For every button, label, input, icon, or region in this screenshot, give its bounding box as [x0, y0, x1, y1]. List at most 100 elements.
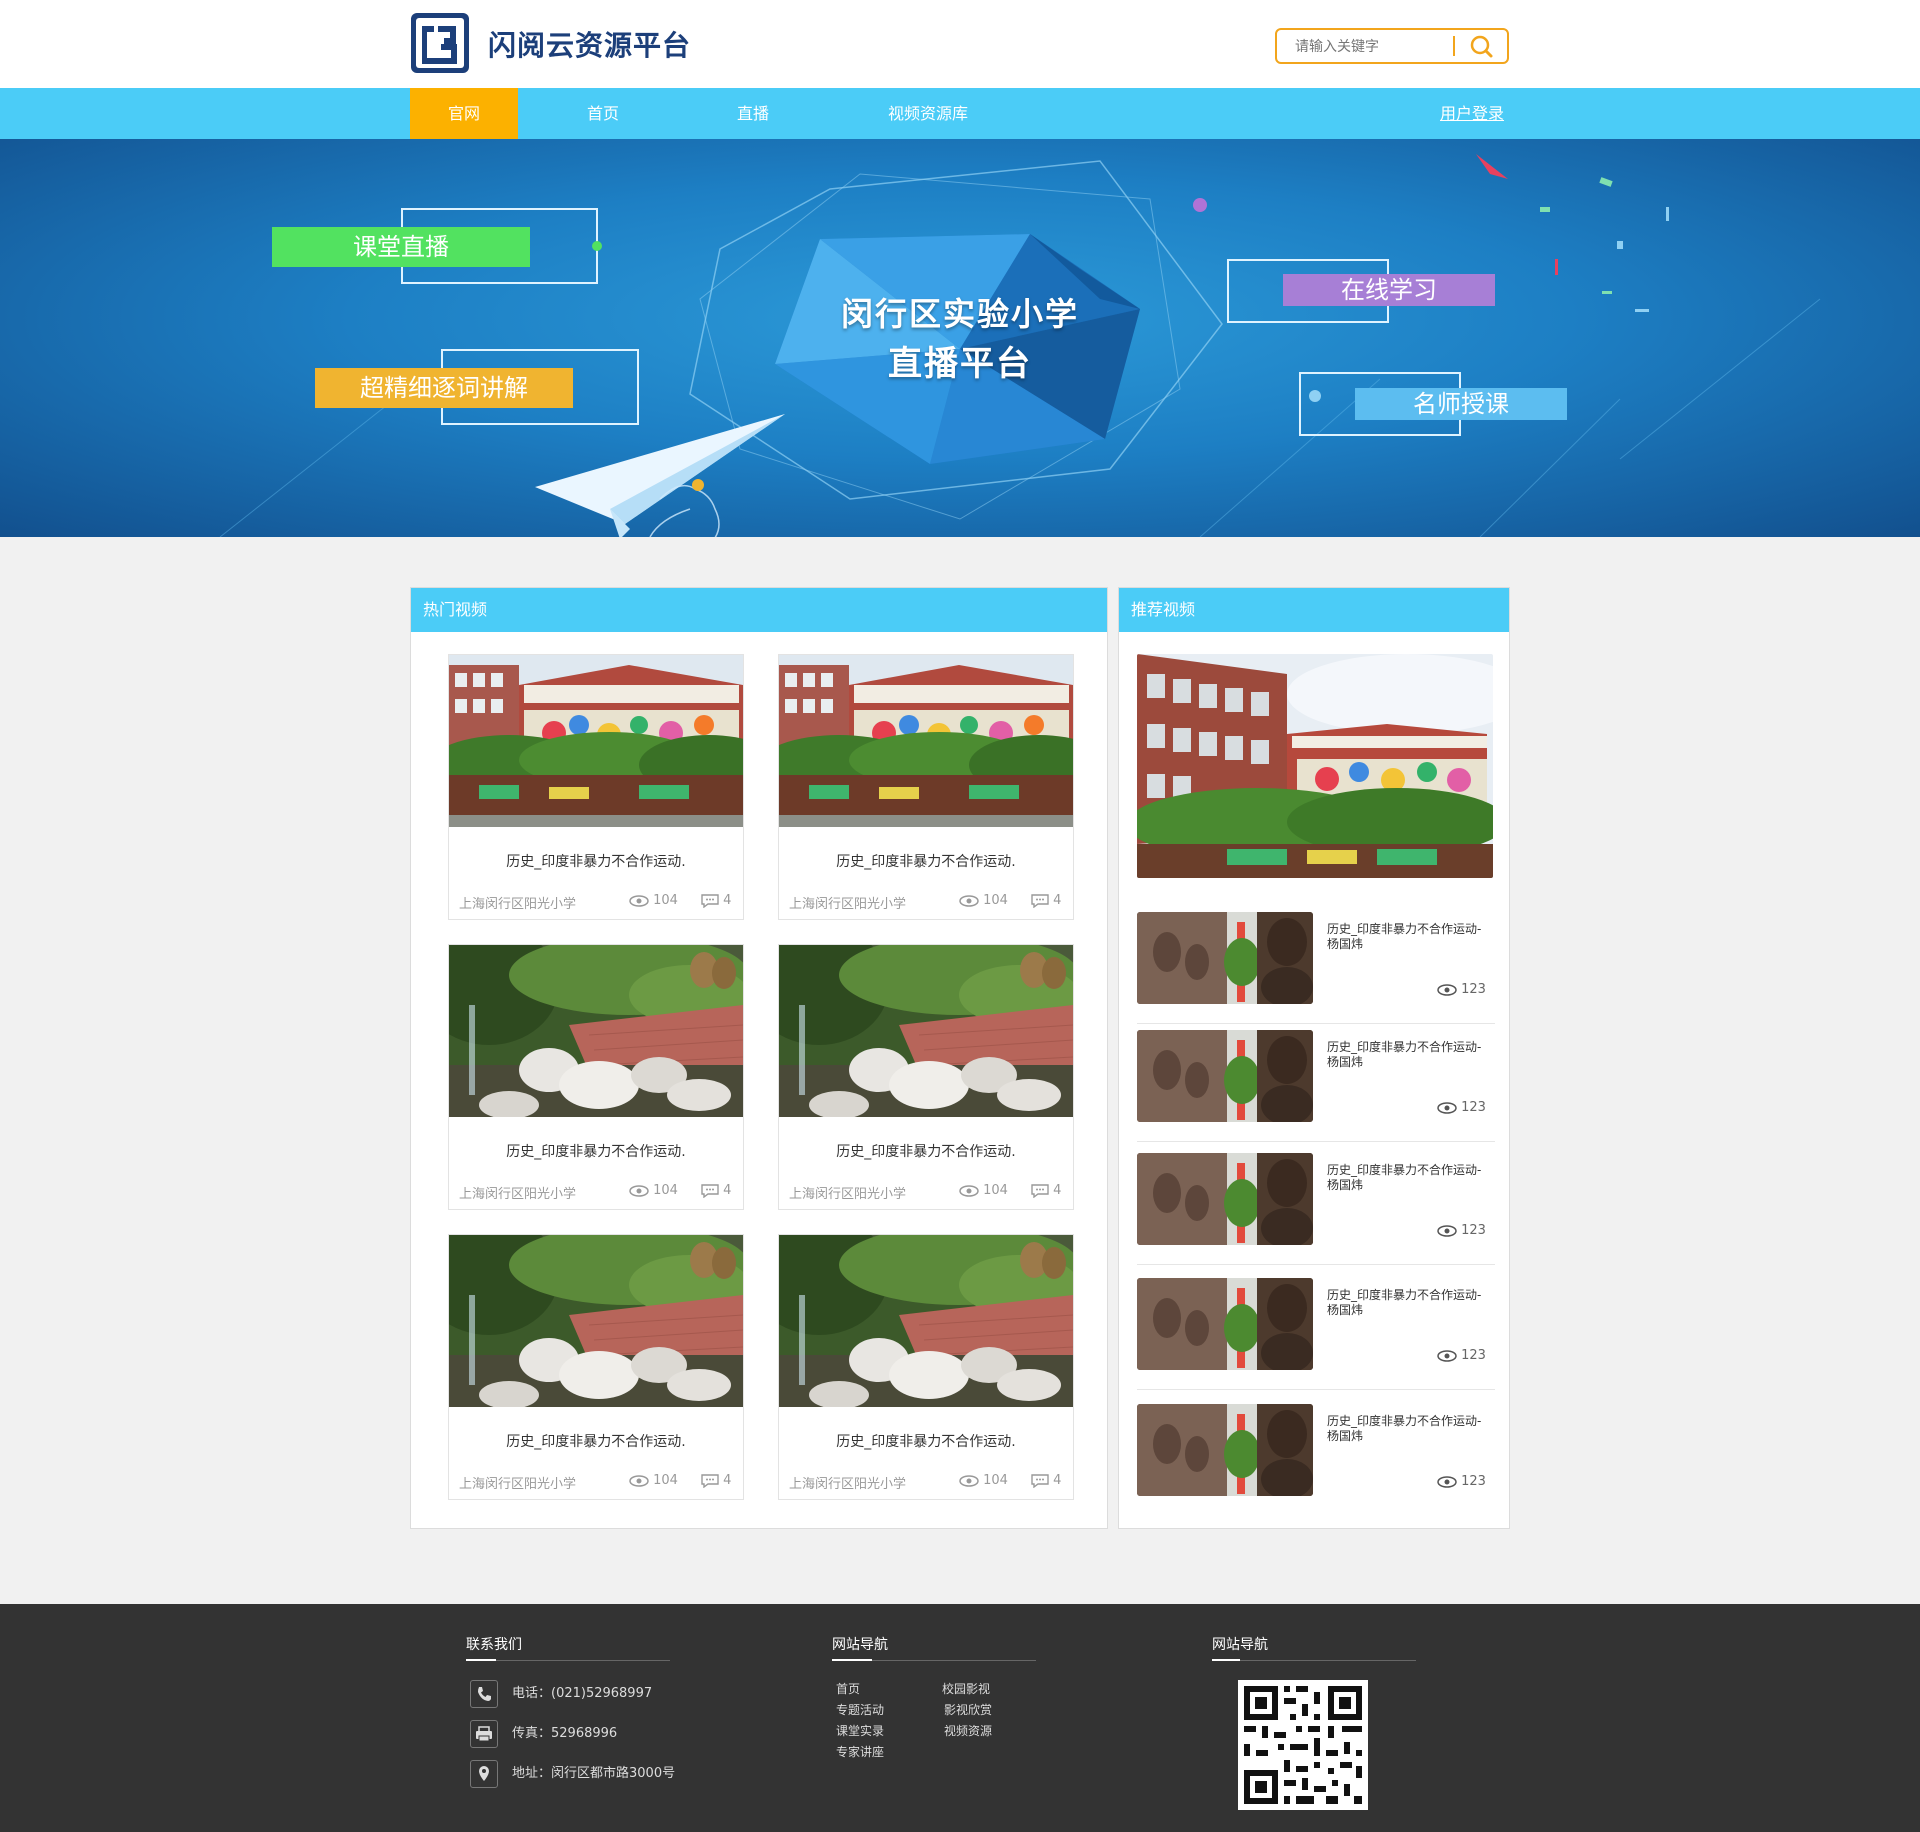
views-count: 123	[1461, 1223, 1486, 1238]
comment-icon	[1031, 1473, 1049, 1488]
footer-link-class-records[interactable]: 课堂实录	[836, 1722, 884, 1739]
comments-count: 4	[1053, 893, 1062, 908]
nav-item-live[interactable]: 直播	[705, 88, 801, 139]
video-thumbnail[interactable]	[779, 1235, 1073, 1407]
search-divider	[1453, 36, 1455, 56]
fax-icon	[470, 1720, 498, 1748]
recommended-panel: 推荐视频 历史_印度非暴力不合作运动-杨国炜 123 历史_印度非暴力不合作运动…	[1118, 587, 1510, 1529]
search-button[interactable]	[1465, 33, 1499, 59]
comments-count: 4	[723, 893, 732, 908]
recommended-thumbnail[interactable]	[1137, 1278, 1313, 1370]
video-comments: 4	[701, 893, 731, 908]
eye-icon	[629, 1474, 649, 1487]
tag-famous-teachers[interactable]: 名师授课	[1355, 388, 1567, 420]
recommended-views: 123	[1437, 1348, 1486, 1363]
recommended-item-title[interactable]: 历史_印度非暴力不合作运动-杨国炜	[1327, 1414, 1487, 1444]
recommended-thumbnail[interactable]	[1137, 1153, 1313, 1245]
video-school: 上海闵行区阳光小学	[459, 897, 577, 912]
footer-link-expert-lectures[interactable]: 专家讲座	[836, 1743, 884, 1760]
video-title[interactable]: 历史_印度非暴力不合作运动.	[779, 851, 1073, 871]
video-views: 104	[629, 1473, 678, 1488]
recommended-item-title[interactable]: 历史_印度非暴力不合作运动-杨国炜	[1327, 922, 1487, 952]
search-box	[1275, 28, 1509, 64]
video-card[interactable]: 历史_印度非暴力不合作运动. 上海闵行区阳光小学 104 4	[448, 654, 744, 920]
eye-icon	[959, 1474, 979, 1487]
video-comments: 4	[1031, 1183, 1061, 1198]
video-views: 104	[629, 1183, 678, 1198]
video-title[interactable]: 历史_印度非暴力不合作运动.	[779, 1431, 1073, 1451]
video-title[interactable]: 历史_印度非暴力不合作运动.	[449, 851, 743, 871]
tag-detailed-explanation[interactable]: 超精细逐词讲解	[315, 368, 573, 408]
footer-link-home[interactable]: 首页	[836, 1680, 860, 1697]
banner-title-line2: 直播平台	[888, 344, 1032, 384]
recommended-item-title[interactable]: 历史_印度非暴力不合作运动-杨国炜	[1327, 1040, 1487, 1070]
video-title[interactable]: 历史_印度非暴力不合作运动.	[449, 1141, 743, 1161]
recommended-thumbnail[interactable]	[1137, 1404, 1313, 1496]
video-thumbnail[interactable]	[449, 1235, 743, 1407]
footer-link-video-resources[interactable]: 视频资源	[944, 1722, 992, 1739]
search-input[interactable]	[1295, 36, 1455, 58]
footer-link-topics[interactable]: 专题活动	[836, 1701, 884, 1718]
eye-icon	[629, 1184, 649, 1197]
eye-icon	[1437, 1101, 1457, 1114]
video-thumbnail[interactable]	[449, 655, 743, 827]
comment-icon	[701, 1473, 719, 1488]
video-thumbnail[interactable]	[779, 945, 1073, 1117]
footer-link-campus-film[interactable]: 校园影视	[942, 1680, 990, 1697]
video-views: 104	[959, 1183, 1008, 1198]
search-icon	[1470, 35, 1493, 58]
hot-videos-panel: 热门视频 历史_印度非暴力不合作运动. 上海闵行区阳光小学 104 4 历史_印…	[410, 587, 1108, 1529]
video-title[interactable]: 历史_印度非暴力不合作运动.	[779, 1141, 1073, 1161]
site-logo-icon[interactable]	[410, 12, 470, 74]
views-count: 104	[983, 1473, 1008, 1488]
recommended-item-title[interactable]: 历史_印度非暴力不合作运动-杨国炜	[1327, 1288, 1487, 1318]
video-thumbnail[interactable]	[779, 655, 1073, 827]
views-count: 123	[1461, 1348, 1486, 1363]
recommended-thumbnail[interactable]	[1137, 1030, 1313, 1122]
tag-live-class[interactable]: 课堂直播	[272, 227, 530, 267]
recommended-item[interactable]: 历史_印度非暴力不合作运动-杨国炜 123	[1137, 912, 1495, 1024]
recommended-item-title[interactable]: 历史_印度非暴力不合作运动-杨国炜	[1327, 1163, 1487, 1193]
recommended-views: 123	[1437, 1100, 1486, 1115]
video-comments: 4	[701, 1473, 731, 1488]
comment-icon	[701, 893, 719, 908]
login-link[interactable]: 用户登录	[1440, 88, 1504, 139]
footer-link-film-appreciation[interactable]: 影视欣赏	[944, 1701, 992, 1718]
recommended-views: 123	[1437, 982, 1486, 997]
video-comments: 4	[1031, 1473, 1061, 1488]
site-header: 闪阅云资源平台	[0, 0, 1920, 88]
views-count: 104	[983, 1183, 1008, 1198]
video-card[interactable]: 历史_印度非暴力不合作运动. 上海闵行区阳光小学 104 4	[778, 654, 1074, 920]
video-card[interactable]: 历史_印度非暴力不合作运动. 上海闵行区阳光小学 104 4	[448, 1234, 744, 1500]
footer-nav-title: 网站导航	[832, 1637, 888, 1653]
footer-qr-title: 网站导航	[1212, 1637, 1268, 1653]
eye-icon	[1437, 1224, 1457, 1237]
footer-divider	[1212, 1660, 1416, 1661]
views-count: 104	[653, 893, 678, 908]
featured-video[interactable]	[1137, 654, 1493, 878]
nav-item-home[interactable]: 首页	[555, 88, 651, 139]
video-card[interactable]: 历史_印度非暴力不合作运动. 上海闵行区阳光小学 104 4	[778, 944, 1074, 1210]
recommended-title: 推荐视频	[1119, 588, 1509, 632]
video-card[interactable]: 历史_印度非暴力不合作运动. 上海闵行区阳光小学 104 4	[448, 944, 744, 1210]
recommended-item[interactable]: 历史_印度非暴力不合作运动-杨国炜 123	[1137, 1278, 1495, 1390]
nav-item-video-library[interactable]: 视频资源库	[868, 88, 988, 139]
thumbnail-image	[449, 655, 743, 827]
recommended-views: 123	[1437, 1474, 1486, 1489]
tag-online-learning[interactable]: 在线学习	[1283, 274, 1495, 306]
contact-phone-text: 电话：(021)52968997	[512, 1686, 653, 1701]
footer-divider	[466, 1660, 670, 1661]
nav-item-official[interactable]: 官网	[410, 88, 518, 139]
video-card[interactable]: 历史_印度非暴力不合作运动. 上海闵行区阳光小学 104 4	[778, 1234, 1074, 1500]
video-title[interactable]: 历史_印度非暴力不合作运动.	[449, 1431, 743, 1451]
comments-count: 4	[723, 1183, 732, 1198]
recommended-item[interactable]: 历史_印度非暴力不合作运动-杨国炜 123	[1137, 1153, 1495, 1265]
video-thumbnail[interactable]	[449, 945, 743, 1117]
recommended-item[interactable]: 历史_印度非暴力不合作运动-杨国炜 123	[1137, 1030, 1495, 1142]
video-comments: 4	[1031, 893, 1061, 908]
footer-divider-accent	[832, 1659, 872, 1661]
recommended-thumbnail[interactable]	[1137, 912, 1313, 1004]
featured-thumbnail	[1137, 654, 1493, 878]
comment-icon	[701, 1183, 719, 1198]
recommended-item[interactable]: 历史_印度非暴力不合作运动-杨国炜 123	[1137, 1404, 1495, 1516]
